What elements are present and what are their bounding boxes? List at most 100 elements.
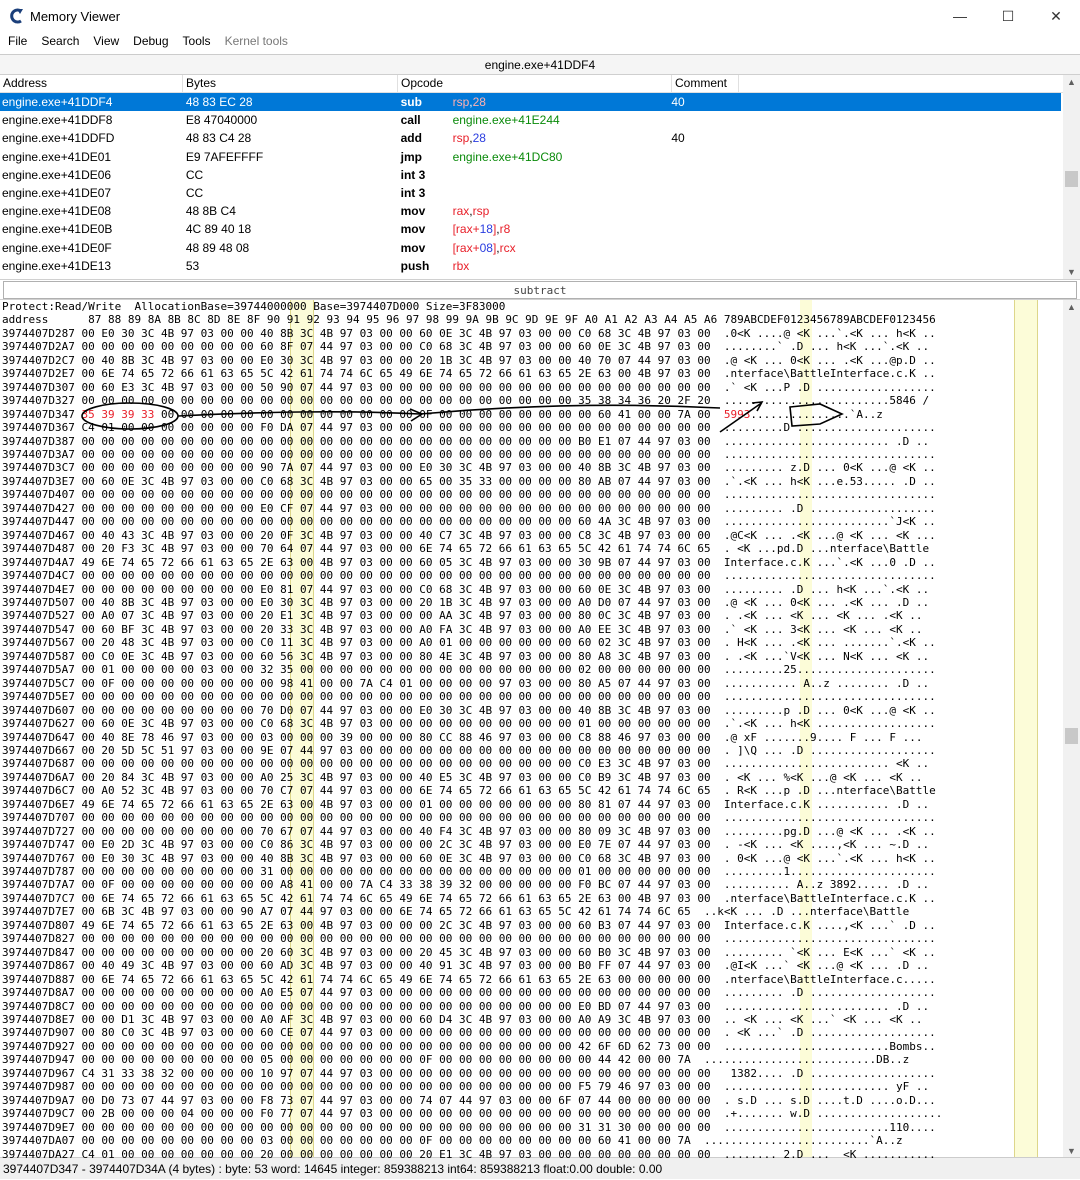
close-button[interactable]: ✕ xyxy=(1032,0,1080,32)
operand-token: rsp xyxy=(472,204,490,219)
disasm-bytes: E9 7AFEFFFF xyxy=(185,149,264,164)
disasm-bytes: 53 xyxy=(185,258,200,273)
disasm-comment: 40 xyxy=(671,95,685,110)
operand-token: rsp xyxy=(452,95,470,110)
disasm-row[interactable]: engine.exe+41DE08 48 8B C4 mov rax,rsp xyxy=(0,202,1061,220)
disasm-row[interactable]: engine.exe+41DE1456pushrsi xyxy=(0,275,1061,279)
disasm-bytes: 48 83 C4 28 xyxy=(185,131,252,146)
disasm-bytes: CC xyxy=(185,186,204,201)
operand-token: 28 xyxy=(472,95,486,110)
disasm-rows: engine.exe+41DDF4 48 83 EC 28 sub rsp,28 40 e… xyxy=(0,93,1080,279)
operand-token: 08 xyxy=(479,240,493,255)
disasm-opcode: mov xyxy=(400,240,426,255)
disasm-bytes: 4C 89 40 18 xyxy=(185,222,252,237)
disassembler-view[interactable]: Address Bytes Opcode Comment engine.exe+… xyxy=(0,75,1080,280)
disasm-operands: rsp,28 xyxy=(453,131,672,145)
disasm-operands: [rax+18],r8 xyxy=(453,222,672,236)
disasm-address: engine.exe+41DE07 xyxy=(2,186,112,201)
disasm-operands: rsi xyxy=(453,277,672,279)
disasm-opcode: push xyxy=(400,258,430,273)
disasm-row[interactable]: engine.exe+41DDF4 48 83 EC 28 sub rsp,28 40 xyxy=(0,93,1061,112)
disasm-bytes: 48 89 48 08 xyxy=(185,240,250,255)
disasm-opcode: push xyxy=(399,277,453,279)
disasm-row[interactable]: engine.exe+41DE06 CC int 3 xyxy=(0,166,1061,184)
operand-token: [rax+ xyxy=(452,240,480,255)
disasm-opcode: int 3 xyxy=(400,167,426,182)
disasm-address: engine.exe+41DDFD xyxy=(2,131,115,146)
disasm-row[interactable]: engine.exe+41DE0F 48 89 48 08 mov [rax+08],… xyxy=(0,239,1061,257)
disasm-header: Address Bytes Opcode Comment xyxy=(0,75,1080,93)
operand-token: 18 xyxy=(479,222,493,237)
instruction-description-bar: subtract xyxy=(3,281,1077,299)
disasm-address: engine.exe+41DDF4 xyxy=(2,95,113,110)
disasm-address: engine.exe+41DE08 xyxy=(2,204,112,219)
disasm-row[interactable]: engine.exe+41DE07 CC int 3 xyxy=(0,184,1061,202)
disasm-address: engine.exe+41DDF8 xyxy=(2,113,113,128)
disasm-address: engine.exe+41DE06 xyxy=(2,167,112,182)
disasm-row[interactable]: engine.exe+41DE13 53 push rbx xyxy=(0,257,1061,275)
operand-token: 28 xyxy=(472,131,486,146)
disasm-address: engine.exe+41DE13 xyxy=(2,258,112,273)
operand-token: r8 xyxy=(499,222,511,237)
disasm-bytes: 56 xyxy=(184,277,399,279)
disasm-operands: engine.exe+41E244 xyxy=(453,113,672,127)
disasm-bytes: 48 8B C4 xyxy=(185,204,236,219)
disasm-bytes: E8 47040000 xyxy=(185,113,258,128)
scroll-up-arrow-icon[interactable]: ▲ xyxy=(1063,75,1080,89)
col-header-opcode[interactable]: Opcode xyxy=(398,75,672,92)
disasm-opcode: add xyxy=(400,131,422,146)
col-header-bytes[interactable]: Bytes xyxy=(183,75,398,92)
status-bar: 3974407D347 - 3974407D34A (4 bytes) : by… xyxy=(0,1157,1080,1179)
disasm-row[interactable]: engine.exe+41DE01 E9 7AFEFFFF jmp engine.ex… xyxy=(0,148,1061,166)
menu-bar: File Search View Debug Tools Kernel tool… xyxy=(0,32,1080,50)
menu-tools[interactable]: Tools xyxy=(183,34,211,48)
annotation-drawing xyxy=(81,401,844,433)
minimize-button[interactable]: — xyxy=(936,0,984,32)
disasm-address-bar[interactable]: engine.exe+41DDF4 xyxy=(0,55,1080,75)
operand-token: rsi xyxy=(453,277,466,279)
menu-view[interactable]: View xyxy=(93,34,119,48)
disasm-row[interactable]: engine.exe+41DE0B 4C 89 40 18 mov [rax+18],… xyxy=(0,220,1061,238)
operand-token: rcx xyxy=(499,240,516,255)
disasm-comment: 40 xyxy=(671,131,685,146)
disasm-opcode: sub xyxy=(400,95,422,110)
disasm-opcode: call xyxy=(400,113,421,128)
disasm-row[interactable]: engine.exe+41DDF8 E8 47040000 call engine.e… xyxy=(0,111,1061,129)
disasm-address: engine.exe+41DE0B xyxy=(2,222,113,237)
disasm-scroll-thumb[interactable] xyxy=(1065,171,1078,187)
disasm-opcode: int 3 xyxy=(400,186,426,201)
maximize-button[interactable]: ☐ xyxy=(984,0,1032,32)
disasm-operands: engine.exe+41DC80 xyxy=(453,150,672,164)
operand-token: rsp xyxy=(452,131,470,146)
disasm-scrollbar[interactable]: ▲ ▼ xyxy=(1063,75,1080,279)
title-bar: Memory Viewer — ☐ ✕ xyxy=(0,0,1080,32)
disasm-opcode: mov xyxy=(400,222,426,237)
hex-view[interactable]: Protect:Read/Write AllocationBase=397440… xyxy=(0,299,1080,1158)
disasm-operands: [rax+08],rcx xyxy=(453,241,672,255)
app-icon xyxy=(10,8,23,24)
menu-file[interactable]: File xyxy=(8,34,27,48)
menu-search[interactable]: Search xyxy=(41,34,79,48)
disasm-operands: rax,rsp xyxy=(453,204,672,218)
disasm-address: engine.exe+41DE0F xyxy=(2,240,112,255)
operand-token: rax xyxy=(452,204,470,219)
menu-debug[interactable]: Debug xyxy=(133,34,168,48)
col-header-address[interactable]: Address xyxy=(0,75,183,92)
disasm-operands: rbx xyxy=(453,259,672,273)
operand-token: engine.exe+41DC80 xyxy=(452,149,563,164)
disasm-opcode: jmp xyxy=(400,149,422,164)
disasm-opcode: mov xyxy=(400,204,426,219)
disasm-bytes: CC xyxy=(185,167,204,182)
scroll-down-arrow-icon[interactable]: ▼ xyxy=(1063,265,1080,279)
disasm-row[interactable]: engine.exe+41DDFD 48 83 C4 28 add rsp,28 40 xyxy=(0,129,1061,147)
disasm-bytes: 48 83 EC 28 xyxy=(185,95,253,110)
disasm-address: engine.exe+41DE14 xyxy=(0,277,184,279)
operand-token: engine.exe+41E244 xyxy=(452,113,560,128)
operand-token: [rax+ xyxy=(452,222,480,237)
disasm-address: engine.exe+41DE01 xyxy=(2,149,112,164)
disasm-operands: rsp,28 xyxy=(453,95,672,109)
col-header-comment[interactable]: Comment xyxy=(672,75,739,92)
window-title: Memory Viewer xyxy=(30,8,121,24)
menu-kernel-tools[interactable]: Kernel tools xyxy=(225,34,288,48)
operand-token: rbx xyxy=(452,258,470,273)
